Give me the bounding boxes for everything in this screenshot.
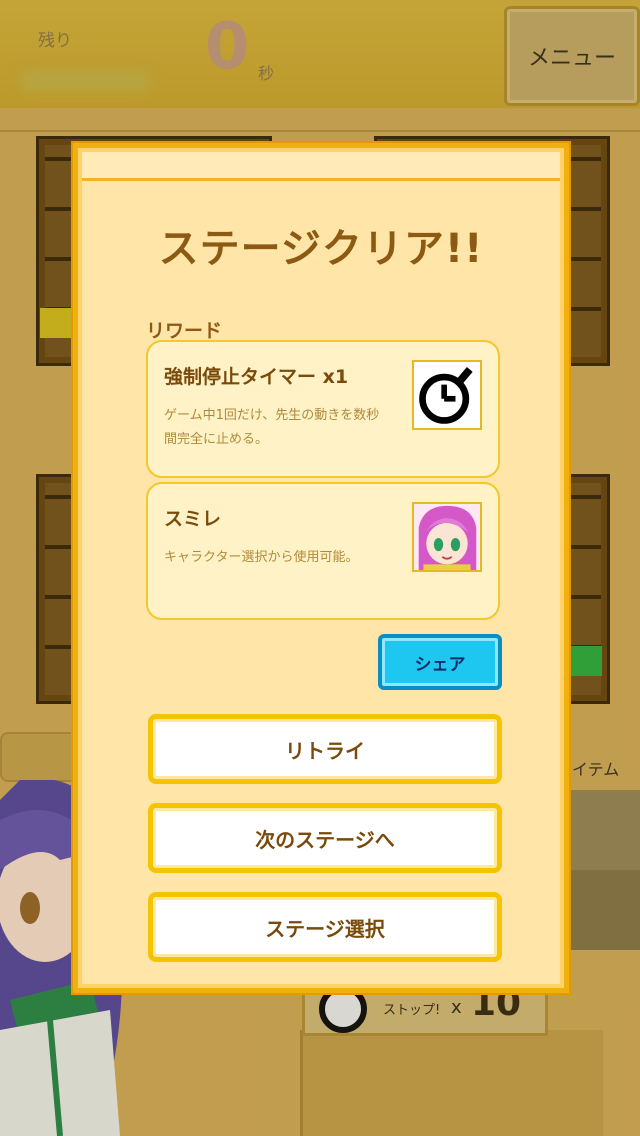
dialog-header-strip (82, 152, 560, 181)
reward-name: スミレ (164, 508, 222, 530)
reward-card-timer: 強制停止タイマー x1 ゲーム中1回だけ、先生の動きを数秒間完全に止める。 (146, 340, 500, 478)
reward-section-label: リワード (146, 320, 223, 342)
reward-card-character: スミレ キャラクター選択から使用可能。 (146, 482, 500, 620)
stopwatch-icon (412, 360, 482, 430)
character-portrait-icon (412, 502, 482, 572)
reward-name: 強制停止タイマー x1 (164, 366, 349, 388)
reward-description: ゲーム中1回だけ、先生の動きを数秒間完全に止める。 (164, 408, 380, 447)
stage-clear-dialog: ステージクリア!! リワード 強制停止タイマー x1 ゲーム中1回だけ、先生の動… (73, 143, 569, 993)
next-stage-button[interactable]: 次のステージへ (148, 803, 502, 873)
stage-select-button[interactable]: ステージ選択 (148, 892, 502, 962)
dialog-title: ステージクリア!! (158, 226, 484, 272)
reward-description: キャラクター選択から使用可能。 (164, 550, 359, 565)
retry-button[interactable]: リトライ (148, 714, 502, 784)
share-button[interactable]: シェア (378, 634, 502, 690)
